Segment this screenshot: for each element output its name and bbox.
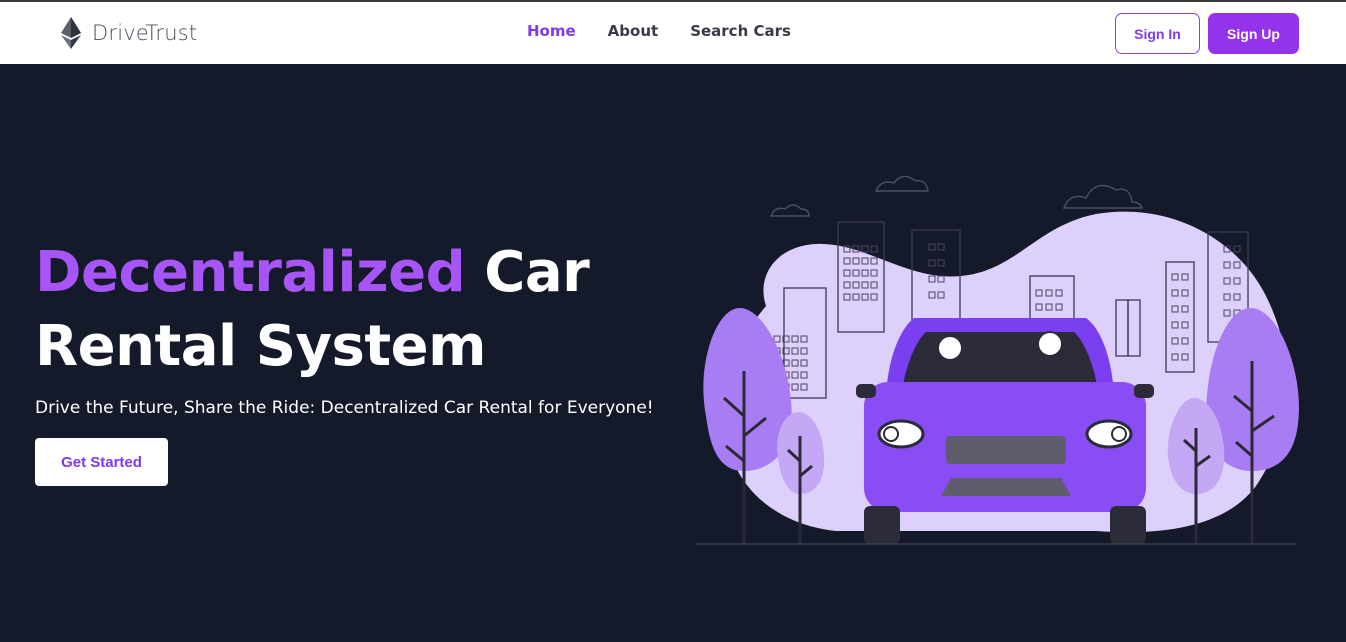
hero-subtitle: Drive the Future, Share the Ride: Decent… — [35, 398, 654, 418]
hero-title-line2: Rental System — [35, 314, 487, 379]
sign-in-button[interactable]: Sign In — [1115, 13, 1200, 54]
hero-title-accent: Decentralized — [35, 240, 466, 305]
car-rental-illustration — [696, 175, 1299, 545]
brand-name: DriveTrust — [92, 21, 198, 45]
ethereum-diamond-icon — [61, 17, 81, 49]
main-nav: Home About Search Cars — [527, 22, 791, 40]
brand-logo[interactable]: DriveTrust — [58, 15, 197, 51]
sign-up-button[interactable]: Sign Up — [1208, 13, 1299, 54]
get-started-button[interactable]: Get Started — [35, 438, 168, 486]
hero-title: Decentralized Car Rental System — [35, 236, 635, 384]
nav-link-about[interactable]: About — [608, 22, 659, 40]
navbar: DriveTrust Home About Search Cars Sign I… — [0, 2, 1346, 64]
nav-link-search-cars[interactable]: Search Cars — [690, 22, 791, 40]
hero-title-word: Car — [484, 240, 590, 305]
nav-link-home[interactable]: Home — [527, 22, 576, 40]
